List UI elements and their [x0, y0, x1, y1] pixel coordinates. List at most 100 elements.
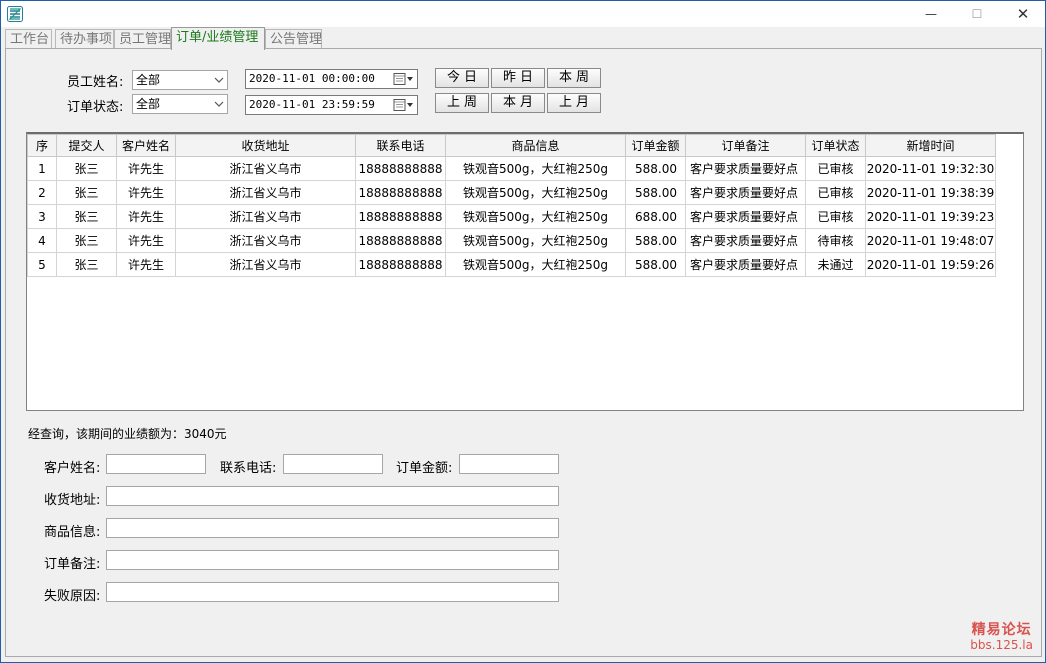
employee-label: 员工姓名: — [67, 75, 124, 90]
table-row[interactable]: 1 张三 许先生 浙江省义乌市 18888888888 铁观音500g，大红袍2… — [27, 156, 996, 181]
cell-remark: 客户要求质量要好点 — [685, 204, 806, 229]
address-input[interactable] — [106, 486, 559, 506]
cell-goods: 铁观音500g，大红袍250g — [445, 252, 626, 277]
cell-phone: 18888888888 — [355, 252, 446, 277]
orders-table-grid: 序 提交人 客户姓名 收货地址 联系电话 商品信息 订单金额 订单备注 订单状态… — [27, 134, 996, 277]
customer-name-label: 客户姓名: — [44, 461, 101, 476]
col-header-remark[interactable]: 订单备注 — [685, 134, 806, 157]
cell-status: 已审核 — [805, 180, 866, 205]
orders-table[interactable]: 序 提交人 客户姓名 收货地址 联系电话 商品信息 订单金额 订单备注 订单状态… — [26, 132, 1024, 411]
status-select[interactable]: 全部 — [132, 94, 228, 114]
cell-goods: 铁观音500g，大红袍250g — [445, 204, 626, 229]
cell-customer: 许先生 — [116, 252, 176, 277]
employee-select-value: 全部 — [136, 73, 161, 87]
cell-address: 浙江省义乌市 — [175, 180, 356, 205]
minimize-button[interactable]: — — [908, 1, 954, 27]
last-week-button[interactable]: 上周 — [435, 93, 489, 113]
cell-created: 2020-11-01 19:39:23 — [865, 204, 996, 229]
cell-submitter: 张三 — [56, 156, 117, 181]
cell-status: 已审核 — [805, 156, 866, 181]
maximize-icon: ☐ — [971, 7, 983, 21]
cell-address: 浙江省义乌市 — [175, 204, 356, 229]
cell-created: 2020-11-01 19:32:30 — [865, 156, 996, 181]
yesterday-button[interactable]: 昨日 — [491, 68, 545, 88]
cell-address: 浙江省义乌市 — [175, 228, 356, 253]
cell-goods: 铁观音500g，大红袍250g — [445, 228, 626, 253]
col-header-address[interactable]: 收货地址 — [175, 134, 356, 157]
cell-phone: 18888888888 — [355, 156, 446, 181]
remark-input[interactable] — [106, 550, 559, 570]
cell-submitter: 张三 — [56, 228, 117, 253]
cell-amount: 688.00 — [625, 204, 686, 229]
cell-seq: 1 — [27, 156, 57, 181]
status-label: 订单状态: — [67, 100, 124, 115]
cell-created: 2020-11-01 19:38:39 — [865, 180, 996, 205]
col-header-created[interactable]: 新增时间 — [865, 134, 996, 157]
cell-seq: 2 — [27, 180, 57, 205]
cell-customer: 许先生 — [116, 228, 176, 253]
cell-phone: 18888888888 — [355, 180, 446, 205]
col-header-submitter[interactable]: 提交人 — [56, 134, 117, 157]
cell-submitter: 张三 — [56, 252, 117, 277]
phone-input[interactable] — [283, 454, 383, 474]
this-week-button[interactable]: 本周 — [547, 68, 601, 88]
col-header-status[interactable]: 订单状态 — [805, 134, 866, 157]
calendar-icon — [393, 99, 413, 111]
cell-amount: 588.00 — [625, 156, 686, 181]
table-row[interactable]: 3 张三 许先生 浙江省义乌市 18888888888 铁观音500g，大红袍2… — [27, 204, 996, 229]
cell-goods: 铁观音500g，大红袍250g — [445, 180, 626, 205]
app-window: — ☐ ✕ 工作台 待办事项 员工管理 订单/业绩管理 公告管理 员工姓名: 全… — [0, 0, 1046, 663]
col-header-amount[interactable]: 订单金额 — [625, 134, 686, 157]
col-header-phone[interactable]: 联系电话 — [355, 134, 446, 157]
col-header-customer[interactable]: 客户姓名 — [116, 134, 176, 157]
tab-announcements[interactable]: 公告管理 — [265, 29, 322, 49]
chevron-down-icon — [214, 101, 224, 107]
table-row[interactable]: 4 张三 许先生 浙江省义乌市 18888888888 铁观音500g，大红袍2… — [27, 228, 996, 253]
chevron-down-icon — [214, 77, 224, 83]
amount-input[interactable] — [459, 454, 559, 474]
close-button[interactable]: ✕ — [1000, 1, 1046, 27]
start-datetime-value: 2020-11-01 00:00:00 — [249, 72, 375, 85]
cell-customer: 许先生 — [116, 204, 176, 229]
cell-remark: 客户要求质量要好点 — [685, 180, 806, 205]
tab-orders-performance[interactable]: 订单/业绩管理 — [171, 27, 265, 50]
tab-workbench[interactable]: 工作台 — [5, 29, 52, 49]
cell-address: 浙江省义乌市 — [175, 252, 356, 277]
col-header-goods[interactable]: 商品信息 — [445, 134, 626, 157]
cell-submitter: 张三 — [56, 180, 117, 205]
cell-remark: 客户要求质量要好点 — [685, 228, 806, 253]
tab-todo[interactable]: 待办事项 — [55, 29, 114, 49]
cell-customer: 许先生 — [116, 156, 176, 181]
tab-employees[interactable]: 员工管理 — [114, 29, 171, 49]
cell-submitter: 张三 — [56, 204, 117, 229]
customer-name-input[interactable] — [106, 454, 206, 474]
cell-seq: 5 — [27, 252, 57, 277]
table-row[interactable]: 2 张三 许先生 浙江省义乌市 18888888888 铁观音500g，大红袍2… — [27, 180, 996, 205]
orders-panel: 员工姓名: 全部 订单状态: 全部 2020-11-01 00:00:00 20… — [5, 48, 1042, 657]
employee-select[interactable]: 全部 — [132, 70, 228, 90]
minimize-icon: — — [925, 7, 937, 21]
cell-customer: 许先生 — [116, 180, 176, 205]
cell-status: 未通过 — [805, 252, 866, 277]
maximize-button[interactable]: ☐ — [954, 1, 1000, 27]
cell-status: 待审核 — [805, 228, 866, 253]
col-header-seq[interactable]: 序 — [27, 134, 57, 157]
close-icon: ✕ — [1016, 5, 1030, 23]
start-datetime-picker[interactable]: 2020-11-01 00:00:00 — [245, 69, 418, 89]
end-datetime-picker[interactable]: 2020-11-01 23:59:59 — [245, 95, 418, 115]
cell-goods: 铁观音500g，大红袍250g — [445, 156, 626, 181]
title-bar[interactable]: — ☐ ✕ — [1, 1, 1045, 27]
goods-input[interactable] — [106, 518, 559, 538]
goods-label: 商品信息: — [44, 525, 101, 540]
calendar-icon — [393, 73, 413, 85]
cell-seq: 4 — [27, 228, 57, 253]
today-button[interactable]: 今日 — [435, 68, 489, 88]
this-month-button[interactable]: 本月 — [491, 93, 545, 113]
watermark-title: 精易论坛 — [971, 622, 1032, 638]
end-datetime-value: 2020-11-01 23:59:59 — [249, 98, 375, 111]
phone-label: 联系电话: — [220, 461, 277, 476]
last-month-button[interactable]: 上月 — [547, 93, 601, 113]
fail-reason-input[interactable] — [106, 582, 559, 602]
table-row[interactable]: 5 张三 许先生 浙江省义乌市 18888888888 铁观音500g，大红袍2… — [27, 252, 996, 277]
cell-amount: 588.00 — [625, 228, 686, 253]
